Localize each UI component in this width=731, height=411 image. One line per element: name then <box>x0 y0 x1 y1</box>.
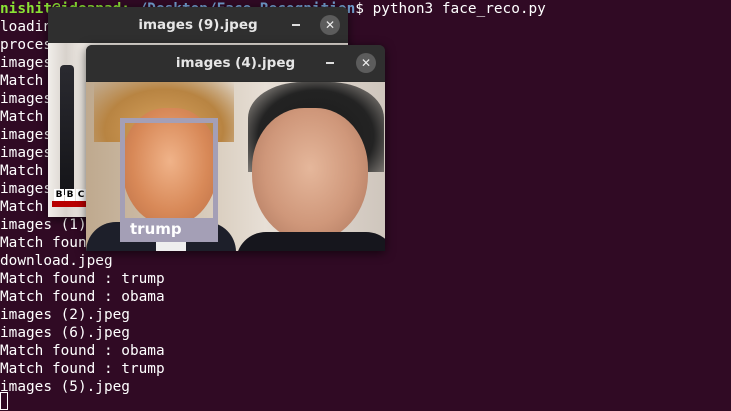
output-line: images (5).jpeg <box>0 379 130 395</box>
close-icon[interactable]: ✕ <box>320 15 340 35</box>
terminal-cursor <box>0 392 8 410</box>
bbc-logo: B B C <box>54 189 86 201</box>
news-ticker-bar <box>52 201 86 207</box>
close-icon[interactable]: ✕ <box>356 53 376 73</box>
minimize-icon[interactable] <box>292 24 300 26</box>
output-line: Match found : obama <box>0 289 165 305</box>
logo-letter: B <box>54 189 64 201</box>
face-detection-label: trump <box>120 218 218 242</box>
image-canvas: trump <box>86 82 385 251</box>
window-titlebar[interactable]: images (4).jpeg ✕ <box>86 45 385 81</box>
window-title: images (4).jpeg <box>175 55 296 71</box>
output-line: download.jpeg <box>0 253 113 269</box>
prompt-command: python3 face_reco.py <box>363 1 546 17</box>
output-line: Match found : obama <box>0 343 165 359</box>
logo-letter: B <box>65 189 75 201</box>
window-titlebar[interactable]: images (9).jpeg ✕ <box>48 7 348 43</box>
logo-letter: C <box>76 189 86 201</box>
window-title: images (9).jpeg <box>138 17 258 33</box>
output-line: images (6).jpeg <box>0 325 130 341</box>
image-window-front[interactable]: images (4).jpeg ✕ trump <box>86 45 385 251</box>
output-line: Match found : trump <box>0 271 165 287</box>
prompt-end: $ <box>355 1 364 17</box>
person-suit <box>236 232 385 251</box>
minimize-icon[interactable] <box>326 62 334 64</box>
output-line: Match found : trump <box>0 361 165 377</box>
person-face <box>252 108 368 242</box>
output-line: images (2).jpeg <box>0 307 130 323</box>
person-figure <box>60 65 74 195</box>
